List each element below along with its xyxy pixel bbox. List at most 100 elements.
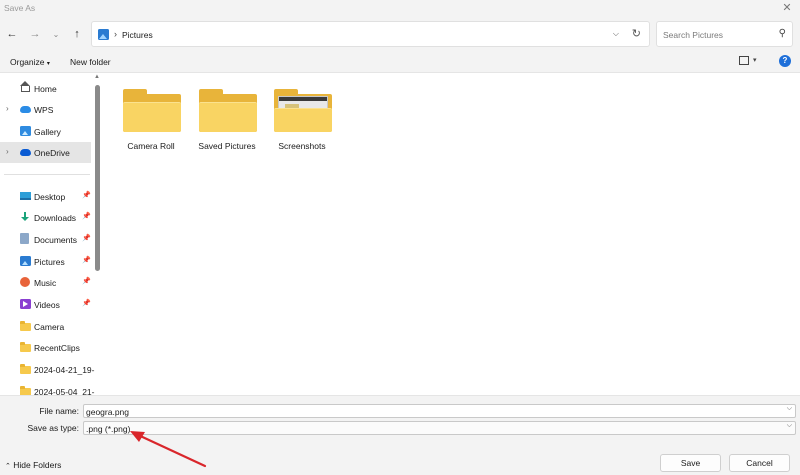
hide-folders-button[interactable]: ⌃ Hide Folders xyxy=(5,460,61,470)
search-input[interactable]: Search Pictures ⚲ xyxy=(656,21,793,47)
help-icon[interactable]: ? xyxy=(779,55,791,67)
pin-icon: 📌 xyxy=(82,300,91,307)
window-title: Save As xyxy=(4,3,36,13)
folder-with-preview-icon xyxy=(274,89,332,133)
sidebar-item-label: WPS xyxy=(34,105,54,115)
breadcrumb-chevron-icon[interactable]: › xyxy=(114,29,117,39)
desktop-icon xyxy=(20,192,31,200)
sidebar-item-label: Home xyxy=(34,84,57,94)
address-dropdown-icon[interactable]: ⌵ xyxy=(613,29,619,39)
pictures-icon xyxy=(20,256,31,266)
sidebar-item-label: 2024-05-04_21- xyxy=(34,387,95,395)
folder-icon xyxy=(123,89,181,133)
sidebar-item-home[interactable]: Home xyxy=(0,78,91,99)
documents-icon xyxy=(20,233,29,244)
save-type-value: .png (*.png) xyxy=(86,423,131,434)
breadcrumb-pictures[interactable]: Pictures xyxy=(122,30,153,40)
sidebar-item-label: 2024-04-21_19- xyxy=(34,365,95,375)
cancel-button[interactable]: Cancel xyxy=(729,454,790,472)
sidebar-item-recentclips[interactable]: RecentClips xyxy=(0,337,91,358)
sidebar-item-label: Music xyxy=(34,278,57,288)
onedrive-icon xyxy=(20,149,31,156)
expand-chevron-icon[interactable]: › xyxy=(6,147,9,156)
sidebar-item-wps[interactable]: › WPS xyxy=(0,99,91,120)
pictures-icon xyxy=(98,29,109,40)
view-options-icon[interactable] xyxy=(739,56,749,65)
sidebar-item-label: RecentClips xyxy=(34,343,80,353)
toolbar: Organize ▾ New folder ▾ ? xyxy=(0,51,800,73)
folder-icon xyxy=(199,89,257,133)
file-list: Camera Roll Saved Pictures Screenshots xyxy=(103,73,800,395)
sidebar-divider xyxy=(4,174,90,175)
sidebar-item-folder-2024-04-21[interactable]: 2024-04-21_19- xyxy=(0,359,95,380)
search-placeholder: Search Pictures xyxy=(663,30,723,40)
organize-label: Organize xyxy=(10,57,45,67)
up-arrow-icon[interactable]: ↑ xyxy=(69,25,85,43)
folder-icon xyxy=(20,364,31,374)
pin-icon: 📌 xyxy=(82,235,91,242)
search-icon[interactable]: ⚲ xyxy=(779,28,786,39)
folder-name: Screenshots xyxy=(278,141,326,151)
save-type-select[interactable]: .png (*.png) ⌵ xyxy=(83,421,796,435)
save-type-label: Save as type: xyxy=(27,423,79,433)
file-name-value: geogra.png xyxy=(86,406,130,417)
pin-icon: 📌 xyxy=(82,257,91,264)
downloads-icon xyxy=(20,212,30,222)
folder-tile-camera-roll[interactable]: Camera Roll xyxy=(113,85,189,157)
sidebar-item-music[interactable]: Music 📌 xyxy=(0,272,91,293)
close-icon[interactable]: ✕ xyxy=(780,1,794,15)
home-icon xyxy=(20,81,30,92)
address-bar[interactable]: › Pictures ⌵ ↻ xyxy=(91,21,650,47)
folder-tile-saved-pictures[interactable]: Saved Pictures xyxy=(189,85,265,157)
navigation-pane: Home › WPS Gallery › OneDrive Desktop 📌 … xyxy=(0,73,103,395)
sidebar-item-label: Desktop xyxy=(34,192,66,202)
sidebar-item-desktop[interactable]: Desktop 📌 xyxy=(0,186,91,207)
organize-button[interactable]: Organize ▾ xyxy=(10,57,50,67)
music-icon xyxy=(20,277,30,287)
scroll-up-icon[interactable]: ▲ xyxy=(94,74,100,80)
expand-chevron-icon[interactable]: › xyxy=(6,104,9,113)
chevron-down-icon[interactable]: ⌵ xyxy=(787,405,792,413)
sidebar-item-pictures[interactable]: Pictures 📌 xyxy=(0,251,91,272)
cloud-icon xyxy=(20,106,31,113)
caret-down-icon: ▾ xyxy=(46,61,50,67)
nav-bar: ← → ⌄ ↑ › Pictures ⌵ ↻ Search Pictures ⚲ xyxy=(0,17,800,51)
recent-locations-chevron-icon[interactable]: ⌄ xyxy=(48,25,64,43)
sidebar-item-label: Gallery xyxy=(34,127,61,137)
title-bar: Save As ✕ xyxy=(0,0,800,17)
sidebar-item-camera[interactable]: Camera xyxy=(0,316,91,337)
file-name-label: File name: xyxy=(39,406,79,416)
forward-arrow-icon[interactable]: → xyxy=(27,25,43,43)
sidebar-item-label: Downloads xyxy=(34,213,77,223)
sidebar-item-downloads[interactable]: Downloads 📌 xyxy=(0,207,91,228)
sidebar-item-label: Videos xyxy=(34,300,60,310)
hide-folders-label: Hide Folders xyxy=(13,460,62,470)
chevron-down-icon[interactable]: ⌵ xyxy=(787,422,792,430)
file-name-field[interactable]: geogra.png ⌵ xyxy=(83,404,796,418)
pin-icon: 📌 xyxy=(82,192,91,199)
sidebar-item-videos[interactable]: Videos 📌 xyxy=(0,294,91,315)
view-caret-icon[interactable]: ▾ xyxy=(753,56,757,64)
sidebar-item-folder-2024-05-04[interactable]: 2024-05-04_21- xyxy=(0,381,95,395)
folder-icon xyxy=(20,342,31,352)
sidebar-item-label: Documents xyxy=(34,235,77,245)
sidebar-item-documents[interactable]: Documents 📌 xyxy=(0,229,91,250)
folder-tile-screenshots[interactable]: Screenshots xyxy=(264,85,340,157)
save-button[interactable]: Save xyxy=(660,454,721,472)
refresh-icon[interactable]: ↻ xyxy=(632,27,641,40)
pin-icon: 📌 xyxy=(82,278,91,285)
back-arrow-icon[interactable]: ← xyxy=(4,25,20,43)
folder-icon xyxy=(20,386,31,395)
save-form: File name: geogra.png ⌵ Save as type: .p… xyxy=(0,395,800,475)
sidebar-item-onedrive[interactable]: › OneDrive xyxy=(0,142,91,163)
sidebar-item-label: Camera xyxy=(34,322,65,332)
sidebar-item-gallery[interactable]: Gallery xyxy=(0,121,91,142)
sidebar-scrollbar[interactable] xyxy=(95,85,100,271)
pin-icon: 📌 xyxy=(82,213,91,220)
folder-icon xyxy=(20,321,31,331)
caret-up-icon: ⌃ xyxy=(5,463,11,470)
new-folder-button[interactable]: New folder xyxy=(70,57,111,67)
sidebar-item-label: OneDrive xyxy=(34,148,70,158)
videos-icon xyxy=(20,299,31,309)
folder-name: Camera Roll xyxy=(127,141,175,151)
